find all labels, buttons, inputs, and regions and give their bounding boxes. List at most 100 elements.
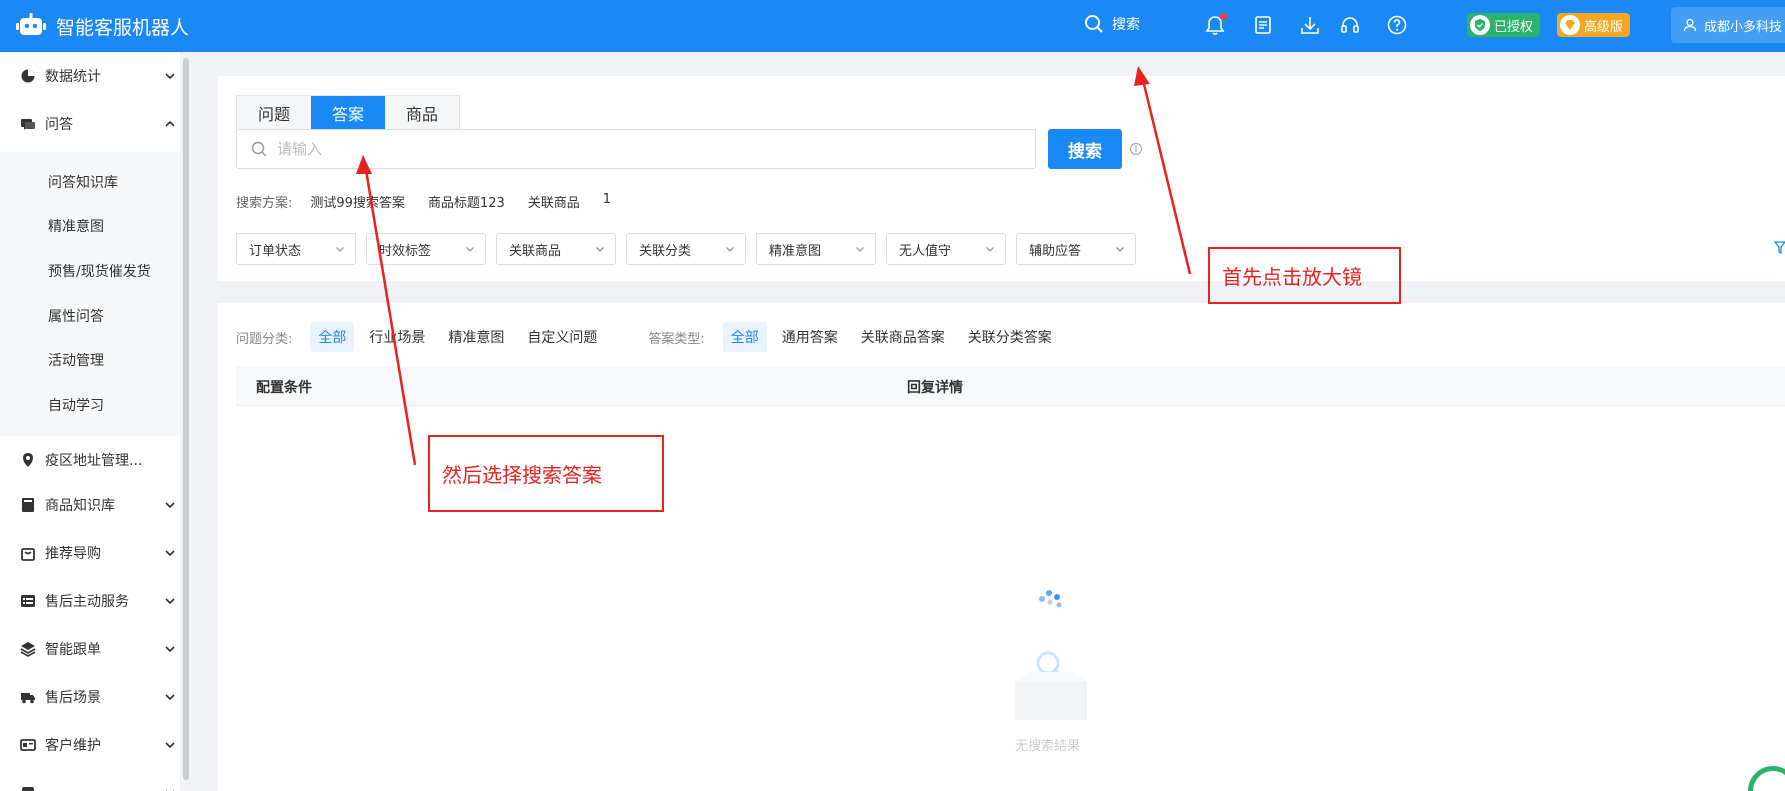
user-icon <box>1683 18 1697 32</box>
sidebar-item-aftersale-scenes[interactable]: 售后场景 <box>0 676 180 718</box>
sidebar-item-customer-care[interactable]: 客户维护 <box>0 724 180 766</box>
diamond-icon <box>1560 15 1580 35</box>
sidebar-item-product-knowledge[interactable]: 商品知识库 <box>0 484 180 526</box>
scheme-item[interactable]: 测试99搜索答案 <box>310 192 405 211</box>
sidebar-item-label: 推荐导购 <box>45 546 101 562</box>
answer-type-chip[interactable]: 关联商品答案 <box>853 322 953 352</box>
info-icon[interactable] <box>1129 142 1143 156</box>
plan-badge[interactable]: 高级版 <box>1557 13 1631 37</box>
funnel-icon[interactable] <box>1774 241 1785 255</box>
sidebar: 数据统计 问答 问答知识库 精准意图 预售/现货催发货 属性问答 活动管理 自动… <box>0 52 180 791</box>
bell-icon[interactable] <box>1204 13 1227 36</box>
submenu-item-qa-knowledge[interactable]: 问答知识库 <box>48 172 118 192</box>
tab-question[interactable]: 问题 <box>237 96 311 130</box>
bag-icon <box>21 548 35 561</box>
help-icon[interactable] <box>1386 14 1408 36</box>
card-icon <box>20 739 36 751</box>
filter-assist-reply[interactable]: 辅助应答 <box>1016 233 1136 265</box>
submenu-item-auto-learn[interactable]: 自动学习 <box>48 395 104 415</box>
search-field[interactable] <box>236 129 1036 169</box>
authorized-badge[interactable]: 已授权 <box>1467 13 1541 37</box>
chevron-down-icon <box>856 247 864 252</box>
annotation-callout-step2: 然后选择搜索答案 <box>428 435 664 512</box>
filter-label: 辅助应答 <box>1029 243 1082 259</box>
scheme-item[interactable]: 商品标题123 <box>428 192 505 211</box>
chevron-up-icon <box>165 120 175 127</box>
chevron-down-icon <box>336 247 344 252</box>
chevron-down-icon <box>165 598 175 605</box>
sidebar-item-label: 客户维护 <box>45 738 101 754</box>
filter-precise-intent[interactable]: 精准意图 <box>756 233 876 265</box>
filter-related-category[interactable]: 关联分类 <box>626 233 746 265</box>
shield-check-icon <box>1470 15 1490 35</box>
chevron-down-icon <box>165 550 175 557</box>
category-filter-row: 问题分类: 全部 行业场景 精准意图 自定义问题 答案类型: 全部 通用答案 关… <box>236 322 1067 352</box>
answer-type-chip[interactable]: 关联分类答案 <box>960 322 1060 352</box>
answer-type-chip[interactable]: 全部 <box>722 322 767 352</box>
filter-order-status[interactable]: 订单状态 <box>236 233 356 265</box>
submenu-item-presale-shipping[interactable]: 预售/现货催发货 <box>48 261 151 281</box>
submenu-item-activity[interactable]: 活动管理 <box>48 350 104 370</box>
chevron-down-icon <box>986 247 994 252</box>
submenu-item-precise-intent[interactable]: 精准意图 <box>48 216 104 236</box>
search-input[interactable] <box>277 140 977 158</box>
tab-product[interactable]: 商品 <box>385 96 459 130</box>
filter-unattended[interactable]: 无人值守 <box>886 233 1006 265</box>
question-category-chip[interactable]: 精准意图 <box>440 322 512 352</box>
download-icon[interactable] <box>1299 14 1321 36</box>
question-category-chip[interactable]: 自定义问题 <box>519 322 605 352</box>
question-category-chip[interactable]: 行业场景 <box>361 322 433 352</box>
filter-related-product[interactable]: 关联商品 <box>496 233 616 265</box>
filter-timeliness[interactable]: 时效标签 <box>366 233 486 265</box>
sidebar-item-label: 售后场景 <box>45 690 101 706</box>
sidebar-item-smart-followup[interactable]: 智能跟单 <box>0 628 180 670</box>
annotation-callout-step1: 首先点击放大镜 <box>1208 247 1401 304</box>
submenu-item-attribute-qa[interactable]: 属性问答 <box>48 306 104 326</box>
filter-label: 精准意图 <box>769 243 822 259</box>
sidebar-item-label: 疫区地址管理... <box>45 453 143 469</box>
robot-logo-icon <box>16 13 46 35</box>
search-button[interactable]: 搜索 <box>1048 129 1122 169</box>
filter-label: 时效标签 <box>379 243 432 259</box>
top-header: 智能客服机器人 搜索 已授权 高级版 成都小多科技 <box>0 0 1785 52</box>
sidebar-scrollbar[interactable] <box>183 58 189 780</box>
sidebar-item-qa[interactable]: 问答 <box>0 103 180 145</box>
qa-submenu: 问答知识库 精准意图 预售/现货催发货 属性问答 活动管理 自动学习 <box>0 152 180 436</box>
question-category-label: 问题分类: <box>236 331 293 347</box>
chevron-down-icon <box>166 790 174 791</box>
headset-icon[interactable] <box>1339 14 1361 36</box>
sidebar-item-data-stats[interactable]: 数据统计 <box>0 55 180 97</box>
list-icon <box>21 595 35 607</box>
layers-icon <box>20 642 36 657</box>
document-icon[interactable] <box>1252 14 1274 36</box>
question-category-chip[interactable]: 全部 <box>310 322 355 352</box>
sidebar-item-label: 问答 <box>45 117 73 133</box>
chevron-down-icon <box>165 742 175 749</box>
answer-type-chip[interactable]: 通用答案 <box>774 322 846 352</box>
filter-label: 无人值守 <box>899 243 952 259</box>
answer-type-label: 答案类型: <box>648 331 705 347</box>
user-menu[interactable]: 成都小多科技 <box>1671 7 1785 43</box>
tab-answer[interactable]: 答案 <box>311 96 385 130</box>
authorized-label: 已授权 <box>1494 19 1534 35</box>
sidebar-item-aftersale-service[interactable]: 售后主动服务 <box>0 580 180 622</box>
sidebar-item-label: 售后主动服务 <box>45 594 129 610</box>
column-header: 配置条件 <box>256 380 312 396</box>
scheme-item[interactable]: 关联商品 <box>528 192 580 211</box>
results-table-header: 配置条件 回复详情 <box>236 366 1785 406</box>
sidebar-item-label: 数据统计 <box>45 69 101 85</box>
chevron-down-icon <box>466 247 474 252</box>
scheme-item[interactable]: 1 <box>603 192 611 211</box>
sidebar-item-epidemic-address[interactable]: 疫区地址管理... <box>0 439 180 481</box>
empty-search-illustration-icon <box>1015 651 1087 720</box>
chat-icon <box>21 119 35 130</box>
filter-label: 订单状态 <box>249 243 302 259</box>
sidebar-item-label: 智能跟单 <box>45 642 101 658</box>
chevron-down-icon <box>1116 247 1124 252</box>
search-scheme-row: 搜索方案: 测试99搜索答案 商品标题123 关联商品 1 <box>236 192 634 211</box>
filter-row: 订单状态 时效标签 关联商品 关联分类 精准意图 无人值守 辅助应答 <box>236 233 1136 265</box>
sidebar-item-shopping-guide[interactable]: 推荐导购 <box>0 532 180 574</box>
sidebar-item-partial[interactable] <box>0 772 180 791</box>
header-search-button[interactable]: 搜索 <box>1084 14 1140 34</box>
app-title: 智能客服机器人 <box>56 17 190 39</box>
